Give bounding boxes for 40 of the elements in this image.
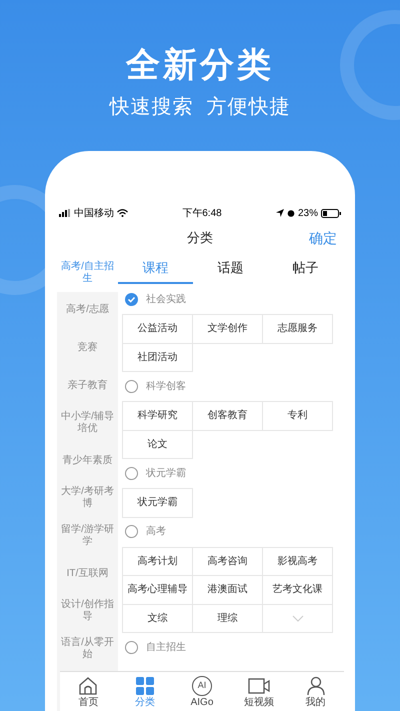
tag-cell[interactable]: 论文	[122, 430, 193, 459]
radio-button[interactable]	[125, 525, 138, 538]
checked-radio[interactable]	[125, 292, 138, 306]
tag-cell[interactable]: 文综	[122, 604, 193, 633]
bottom-tab[interactable]: 短视频	[230, 672, 288, 711]
battery-percent: 23%	[298, 206, 318, 220]
location-icon	[276, 209, 284, 217]
tag-cell[interactable]: 社团活动	[122, 342, 193, 372]
bottom-tab[interactable]: AI AIGo	[174, 672, 230, 711]
category-label: 高考	[146, 524, 166, 539]
ai-icon: AI	[192, 676, 212, 696]
tag-cell[interactable]: 高考计划	[122, 546, 193, 576]
radio-button[interactable]	[125, 466, 138, 480]
tag-cell[interactable]: 影视高考	[262, 546, 333, 576]
category-label: 社会实践	[146, 292, 186, 306]
chevron-down-icon	[292, 614, 304, 622]
category-label: 自主招生	[146, 640, 186, 654]
battery-icon	[320, 208, 341, 218]
headline: 全新分类	[126, 45, 274, 86]
tag-cell[interactable]: 创客教育	[192, 401, 263, 430]
carrier-name: 中国移动	[74, 206, 114, 220]
wifi-icon	[117, 209, 128, 217]
tag-cell[interactable]: 文学创作	[192, 314, 263, 344]
category-label: 状元学霸	[146, 466, 186, 480]
category-label: 科学创客	[146, 380, 186, 394]
signal-icon	[59, 209, 71, 217]
tag-cell[interactable]: 科学研究	[122, 401, 193, 430]
nav-title: 分类	[187, 229, 213, 248]
tag-cell[interactable]: 状元学霸	[122, 488, 193, 518]
tag-cell[interactable]: 专利	[262, 401, 333, 430]
bottom-tab[interactable]: 我的	[287, 672, 344, 711]
radio-button[interactable]	[125, 640, 138, 654]
tag-cell[interactable]: 志愿服务	[262, 314, 333, 344]
tab[interactable]: 话题	[193, 254, 268, 284]
subtitle: 快速搜索 方便快捷	[109, 95, 291, 120]
tag-cell[interactable]: 公益活动	[122, 314, 193, 344]
status-time: 下午6:48	[182, 206, 222, 220]
bottom-tab[interactable]: 首页	[60, 672, 117, 711]
radio-button[interactable]	[125, 380, 138, 392]
tab[interactable]: 帖子	[268, 254, 343, 284]
